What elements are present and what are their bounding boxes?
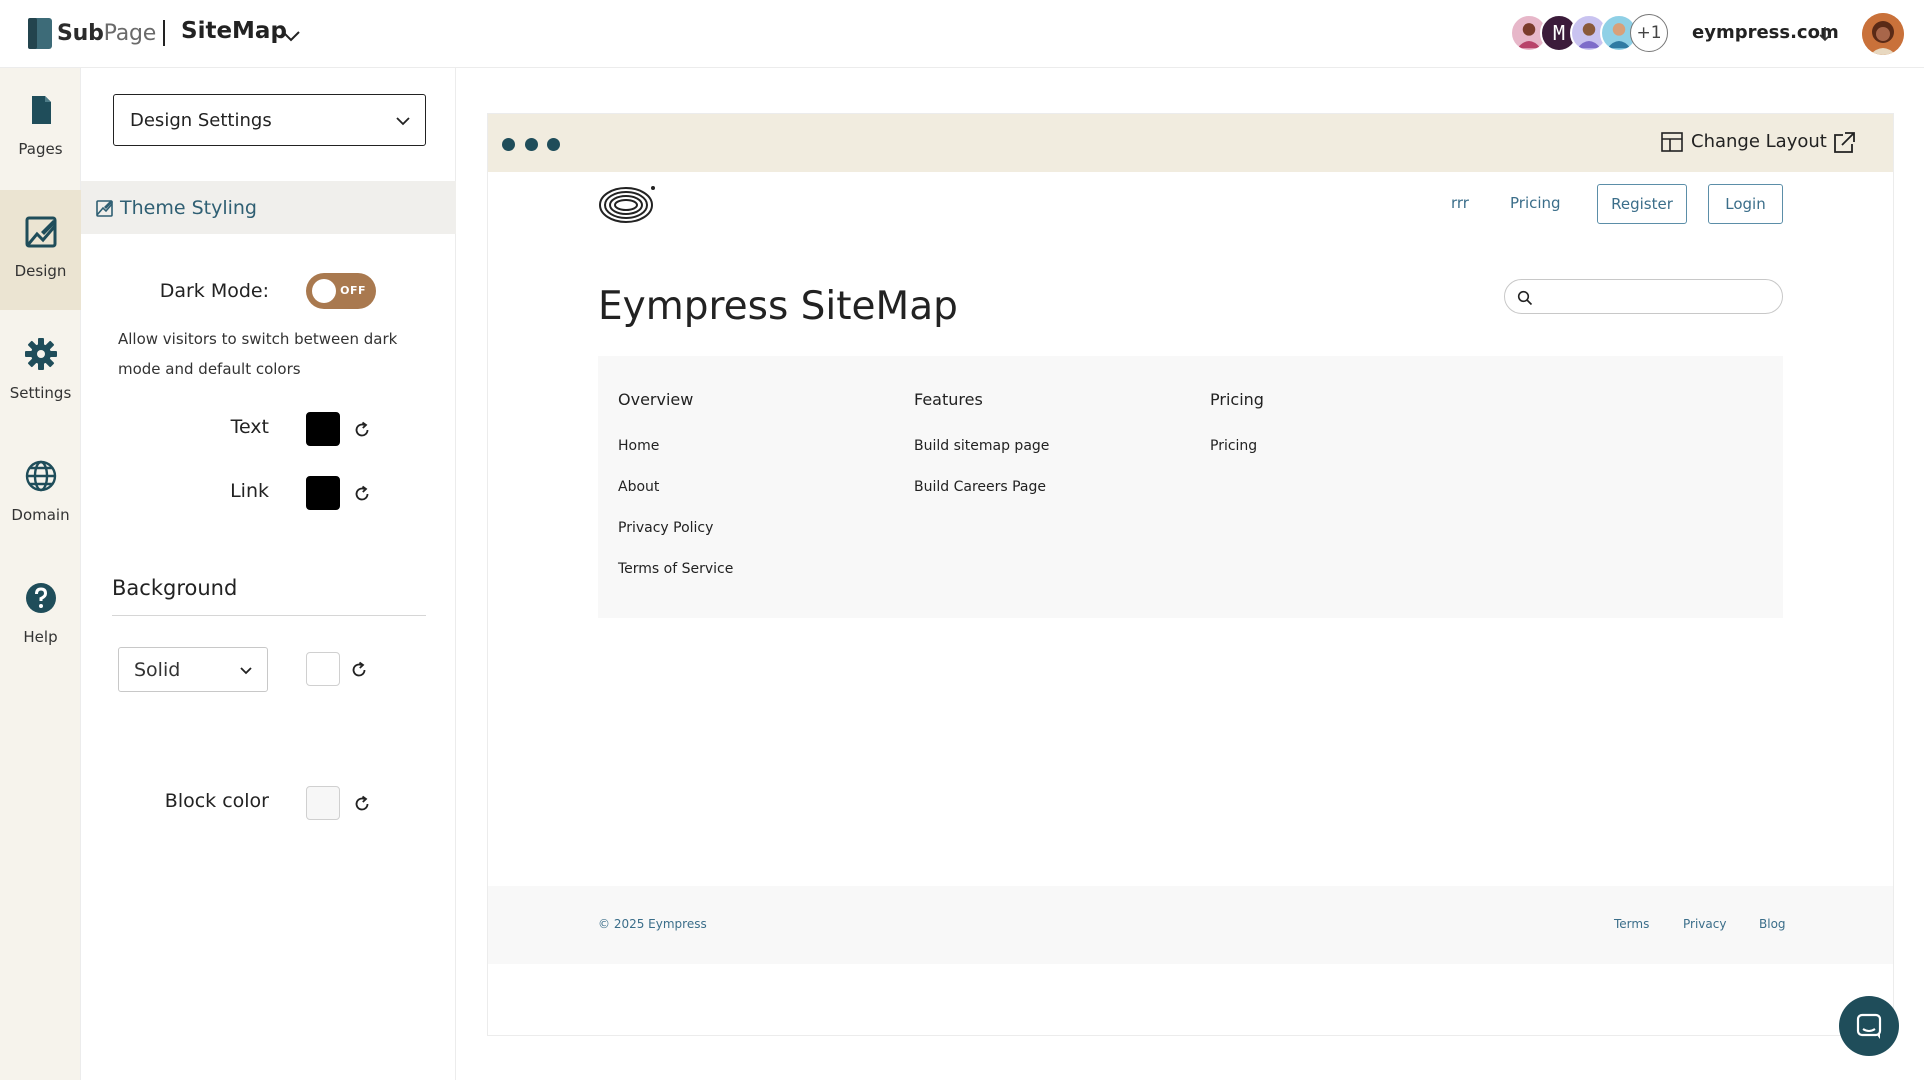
sitemap-link[interactable]: Build sitemap page [914, 438, 1049, 454]
nav-label: Design [14, 262, 67, 280]
change-layout-label: Change Layout [1691, 131, 1827, 152]
nav-item-settings[interactable]: Settings [0, 312, 81, 432]
column-title: Features [914, 390, 983, 409]
arrow-down-icon[interactable] [1818, 25, 1832, 43]
subpage-logo-icon [28, 18, 52, 49]
toggle-state: OFF [340, 284, 366, 297]
sitemap-link[interactable]: Build Careers Page [914, 479, 1046, 495]
brand-divider [163, 20, 165, 46]
chevron-down-icon [240, 667, 252, 675]
link-color-swatch[interactable] [306, 476, 340, 510]
chat-launcher-button[interactable] [1839, 996, 1899, 1056]
nav-item-domain[interactable]: Domain [0, 434, 81, 554]
gear-icon [24, 338, 57, 370]
design-settings-panel: Design Settings Theme Styling Dark Mode:… [81, 68, 456, 1080]
toggle-knob [312, 279, 336, 303]
window-dot [547, 138, 560, 151]
design-icon [25, 216, 56, 248]
footer-link[interactable]: Terms [1614, 917, 1649, 931]
block-color-swatch[interactable] [306, 786, 340, 820]
theme-styling-icon [96, 199, 113, 217]
sitemap-link[interactable]: Privacy Policy [618, 520, 713, 536]
reset-icon[interactable] [352, 794, 372, 814]
site-title: SiteMap [181, 18, 287, 44]
site-search-input[interactable] [1504, 279, 1783, 314]
user-avatar[interactable] [1862, 13, 1904, 55]
site-nav-link[interactable]: Pricing [1510, 194, 1561, 212]
chat-icon [1856, 1013, 1882, 1039]
text-color-swatch[interactable] [306, 412, 340, 446]
site-logo-icon[interactable] [598, 185, 656, 225]
sitemap-title: Eympress SiteMap [598, 284, 958, 329]
background-heading: Background [112, 576, 238, 600]
browser-bar: Change Layout [488, 114, 1893, 172]
domain-name[interactable]: eympress.com [1692, 22, 1839, 43]
dark-mode-help-text: Allow visitors to switch between dark mo… [118, 330, 398, 378]
sitemap-link[interactable]: Terms of Service [618, 561, 733, 577]
nav-item-help[interactable]: Help [0, 556, 81, 676]
block-color-label: Block color [164, 790, 269, 812]
theme-styling-section-header[interactable]: Theme Styling [81, 181, 456, 234]
divider [112, 615, 426, 616]
nav-label: Pages [18, 140, 63, 158]
reset-icon[interactable] [349, 660, 369, 680]
search-icon [1517, 290, 1533, 306]
column-title: Overview [618, 390, 694, 409]
page-icon [31, 96, 51, 124]
sitemap-link[interactable]: Pricing [1210, 438, 1257, 454]
nav-item-design[interactable]: Design [0, 190, 81, 310]
left-nav: Pages Design Settings Domain Help [0, 68, 81, 1080]
background-color-swatch[interactable] [306, 652, 340, 686]
chevron-down-icon [396, 117, 410, 126]
window-dot [525, 138, 538, 151]
brand-name: SubPage [57, 21, 157, 46]
sitemap-link[interactable]: About [618, 479, 659, 495]
dark-mode-toggle[interactable]: OFF [306, 273, 376, 309]
nav-label: Help [23, 628, 58, 646]
avatars-more-badge[interactable]: +1 [1630, 14, 1668, 52]
external-link-icon[interactable] [1831, 130, 1857, 156]
section-title: Theme Styling [120, 196, 257, 219]
column-title: Pricing [1210, 390, 1264, 409]
help-icon [25, 583, 56, 613]
site-footer: © 2025 Eympress Terms Privacy Blog [488, 886, 1893, 964]
nav-label: Settings [9, 384, 72, 402]
reset-icon[interactable] [352, 420, 372, 440]
background-type-select[interactable]: Solid [118, 647, 268, 692]
layout-icon [1661, 131, 1683, 152]
chevron-down-icon[interactable] [280, 25, 302, 47]
footer-copyright: © 2025 Eympress [598, 917, 707, 931]
settings-type-value: Design Settings [130, 109, 272, 131]
nav-item-pages[interactable]: Pages [0, 68, 81, 188]
sitemap-links: Overview Home About Privacy Policy Terms… [598, 356, 1783, 618]
nav-label: Domain [11, 506, 70, 524]
register-button[interactable]: Register [1597, 184, 1687, 224]
globe-icon [25, 460, 56, 492]
window-dot [502, 138, 515, 151]
top-bar: SubPage SiteMap M +1 eympress.com [0, 0, 1924, 68]
text-color-label: Text [230, 416, 269, 438]
background-type-value: Solid [134, 658, 181, 681]
change-layout-button[interactable]: Change Layout [1661, 131, 1827, 152]
brand-logo[interactable]: SubPage [27, 17, 156, 50]
login-button[interactable]: Login [1708, 184, 1783, 224]
dark-mode-label: Dark Mode: [159, 280, 269, 302]
settings-type-select[interactable]: Design Settings [113, 94, 426, 146]
reset-icon[interactable] [352, 484, 372, 504]
footer-link[interactable]: Privacy [1683, 917, 1726, 931]
site-preview: Change Layout rrr Pricing Register Login… [487, 113, 1894, 1036]
link-color-label: Link [230, 480, 269, 502]
footer-link[interactable]: Blog [1759, 917, 1786, 931]
sitemap-link[interactable]: Home [618, 438, 659, 454]
site-nav-link[interactable]: rrr [1451, 194, 1469, 212]
